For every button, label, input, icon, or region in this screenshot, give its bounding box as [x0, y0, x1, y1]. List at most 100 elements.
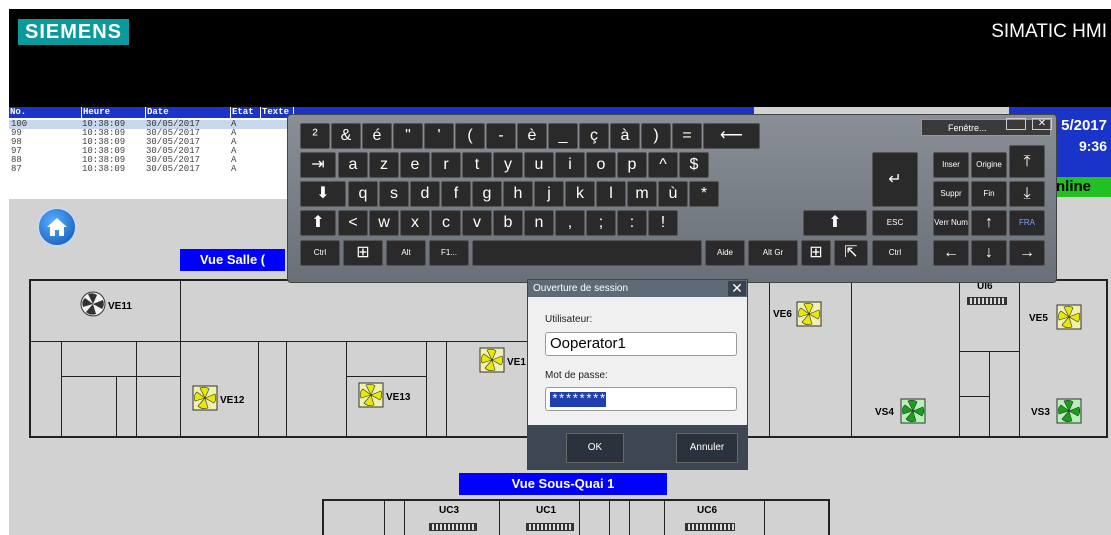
key[interactable]: e: [400, 152, 430, 178]
key[interactable]: z: [369, 152, 399, 178]
key[interactable]: w: [369, 210, 399, 236]
key[interactable]: s: [379, 181, 409, 207]
key[interactable]: y: [493, 152, 523, 178]
key[interactable]: m: [627, 181, 657, 207]
home-button[interactable]: [37, 207, 77, 247]
key[interactable]: ²: [300, 123, 330, 149]
key[interactable]: &: [331, 123, 361, 149]
home-key[interactable]: Origine: [971, 152, 1007, 178]
key[interactable]: :: [617, 210, 647, 236]
column-header-no[interactable]: No.: [9, 107, 82, 118]
key[interactable]: d: [410, 181, 440, 207]
alt-key[interactable]: Alt: [386, 240, 426, 266]
key[interactable]: r: [431, 152, 461, 178]
fan-vs3-icon[interactable]: [1056, 398, 1082, 424]
arrow-down-key[interactable]: ↓: [971, 240, 1007, 266]
num-lock-key[interactable]: Verr Num: [933, 210, 969, 236]
key[interactable]: v: [462, 210, 492, 236]
key[interactable]: à: [610, 123, 640, 149]
alarm-row[interactable]: 87 10:38:09 30/05/2017 A: [9, 165, 294, 174]
caps-lock-key[interactable]: ⬇: [300, 181, 346, 207]
key[interactable]: ù: [658, 181, 688, 207]
uc1-unit[interactable]: [526, 523, 574, 531]
key[interactable]: u: [524, 152, 554, 178]
key[interactable]: ⟵: [703, 123, 760, 149]
uc3-unit[interactable]: [429, 523, 477, 531]
ctrl-key[interactable]: Ctrl: [872, 240, 918, 266]
key[interactable]: ;: [586, 210, 616, 236]
fan-ve1x-icon[interactable]: [479, 347, 505, 373]
key[interactable]: l: [596, 181, 626, 207]
key[interactable]: p: [617, 152, 647, 178]
help-key[interactable]: Aide: [705, 240, 745, 266]
key[interactable]: a: [338, 152, 368, 178]
alarm-table[interactable]: No. Heure Date Etat Texte 100 10:38:09 3…: [9, 107, 294, 199]
space-key[interactable]: [472, 240, 702, 266]
fan-ve12-icon[interactable]: [192, 385, 218, 411]
key[interactable]: c: [431, 210, 461, 236]
key[interactable]: ": [393, 123, 423, 149]
key[interactable]: k: [565, 181, 595, 207]
key[interactable]: !: [648, 210, 678, 236]
ok-button[interactable]: OK: [566, 433, 624, 463]
key[interactable]: -: [486, 123, 516, 149]
vue-sous-quai-button[interactable]: Vue Sous-Quai 1: [459, 473, 667, 495]
windows-key[interactable]: ⊞: [343, 240, 383, 266]
column-header-etat[interactable]: Etat: [231, 107, 261, 118]
key[interactable]: ): [641, 123, 671, 149]
fan-ve5-icon[interactable]: [1056, 304, 1082, 330]
close-icon[interactable]: ✕: [728, 281, 746, 296]
key[interactable]: _: [548, 123, 578, 149]
key[interactable]: i: [555, 152, 585, 178]
keyboard-minimize-button[interactable]: [1006, 118, 1026, 130]
shift-key[interactable]: ⬆: [803, 210, 867, 236]
key[interactable]: o: [586, 152, 616, 178]
context-menu-key[interactable]: ⇱: [834, 240, 868, 266]
page-down-key[interactable]: ⤓: [1009, 181, 1045, 207]
fan-ve11-icon[interactable]: [80, 291, 106, 317]
uc6-unit[interactable]: [685, 523, 735, 531]
key[interactable]: ': [424, 123, 454, 149]
tab-key[interactable]: ⇥: [300, 152, 336, 178]
column-header-date[interactable]: Date: [146, 107, 231, 118]
key[interactable]: t: [462, 152, 492, 178]
esc-key[interactable]: ESC: [872, 210, 918, 236]
key[interactable]: x: [400, 210, 430, 236]
key[interactable]: $: [679, 152, 709, 178]
key[interactable]: ,: [555, 210, 585, 236]
key[interactable]: n: [524, 210, 554, 236]
ui6-unit[interactable]: [967, 297, 1007, 305]
key[interactable]: *: [689, 181, 719, 207]
delete-key[interactable]: Suppr: [933, 181, 969, 207]
fan-ve13-icon[interactable]: [358, 382, 384, 408]
insert-key[interactable]: Inser: [933, 152, 969, 178]
end-key[interactable]: Fin: [971, 181, 1007, 207]
key[interactable]: g: [472, 181, 502, 207]
language-key[interactable]: FRA: [1009, 210, 1045, 236]
key[interactable]: b: [493, 210, 523, 236]
vue-salle-button[interactable]: Vue Salle (: [180, 249, 285, 271]
arrow-left-key[interactable]: ←: [933, 240, 969, 266]
key[interactable]: <: [338, 210, 368, 236]
key[interactable]: ç: [579, 123, 609, 149]
f1-key[interactable]: F1...: [429, 240, 469, 266]
key[interactable]: è: [517, 123, 547, 149]
key[interactable]: h: [503, 181, 533, 207]
altgr-key[interactable]: Alt Gr: [748, 240, 798, 266]
arrow-right-key[interactable]: →: [1009, 240, 1045, 266]
page-up-key[interactable]: ⤒: [1009, 145, 1045, 178]
enter-key[interactable]: ↵: [872, 152, 918, 207]
key[interactable]: q: [348, 181, 378, 207]
key[interactable]: j: [534, 181, 564, 207]
shift-key[interactable]: ⬆: [300, 210, 336, 236]
keyboard-close-button[interactable]: ✕: [1032, 118, 1052, 130]
username-field[interactable]: Ooperator1: [545, 332, 737, 356]
fan-vs4-icon[interactable]: [900, 398, 926, 424]
cancel-button[interactable]: Annuler: [676, 433, 738, 463]
key[interactable]: (: [455, 123, 485, 149]
fan-ve6-icon[interactable]: [796, 301, 822, 327]
key[interactable]: f: [441, 181, 471, 207]
key[interactable]: é: [362, 123, 392, 149]
arrow-up-key[interactable]: ↑: [971, 210, 1007, 236]
windows-key[interactable]: ⊞: [801, 240, 831, 266]
